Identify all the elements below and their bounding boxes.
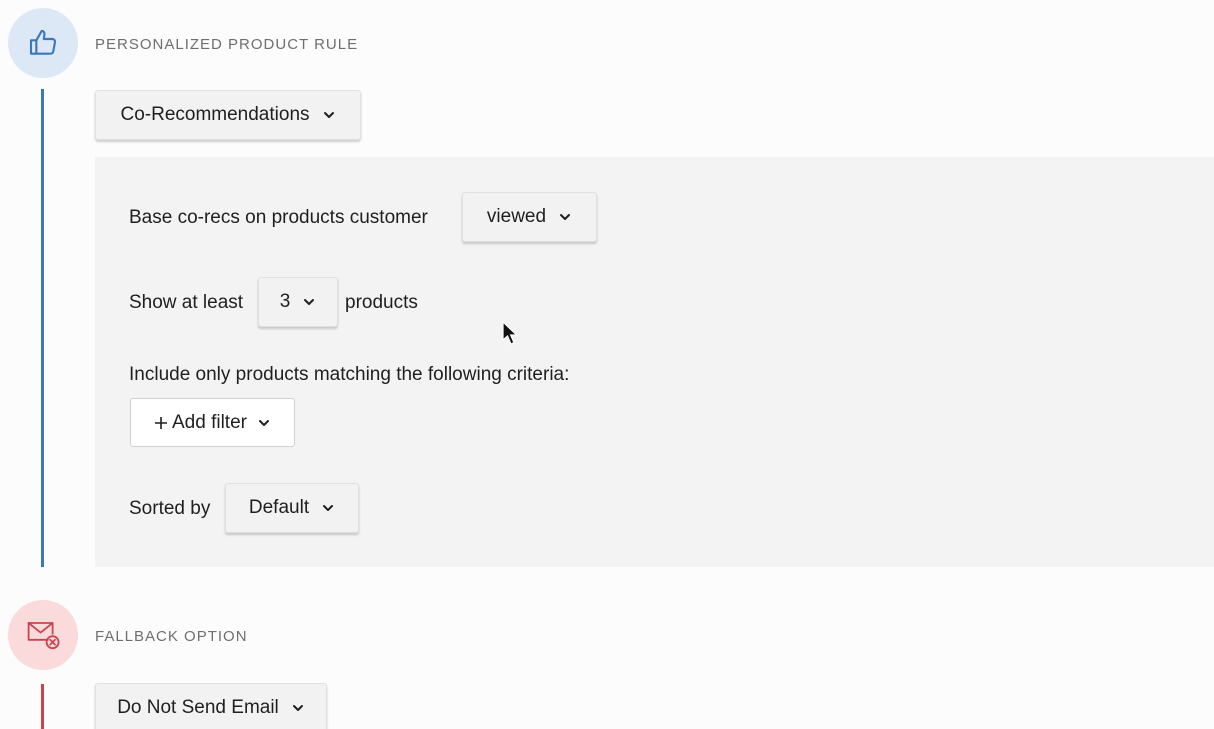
chevron-down-icon (304, 299, 315, 305)
chevron-down-icon (258, 419, 269, 426)
sort-order-dropdown[interactable]: Default (225, 483, 359, 533)
rule-type-label: Co-Recommendations (120, 104, 310, 125)
timeline-rail-personalized (41, 89, 44, 567)
thumbs-up-icon (8, 8, 78, 78)
add-filter-content: Add filter (154, 412, 247, 434)
base-action-dropdown[interactable]: viewed (462, 192, 597, 242)
add-filter-label: Add filter (172, 411, 247, 433)
criteria-label: Include only products matching the follo… (129, 364, 570, 385)
sort-order-value: Default (248, 497, 310, 518)
product-count-dropdown[interactable]: 3 (258, 277, 338, 327)
mouse-cursor-icon (502, 321, 518, 345)
chevron-down-icon (560, 214, 571, 220)
fallback-option-value: Do Not Send Email (117, 697, 279, 718)
chevron-down-icon (292, 705, 303, 711)
section-title-fallback: FALLBACK OPTION (95, 628, 248, 645)
products-label: products (345, 292, 418, 313)
section-title-personalized: PERSONALIZED PRODUCT RULE (95, 36, 359, 53)
chevron-down-icon (323, 112, 334, 118)
chevron-down-icon (323, 505, 334, 511)
email-cancel-icon (8, 600, 78, 670)
rule-type-dropdown[interactable]: Co-Recommendations (95, 90, 361, 140)
timeline-rail-fallback (41, 684, 44, 729)
show-at-least-label: Show at least (129, 292, 244, 313)
base-corecs-label: Base co-recs on products customer (129, 207, 428, 228)
base-action-value: viewed (486, 206, 547, 227)
sorted-by-label: Sorted by (129, 498, 211, 519)
product-count-value: 3 (279, 291, 291, 312)
add-filter-button[interactable]: Add filter (130, 398, 295, 447)
campaign-rule-editor: PERSONALIZED PRODUCT RULE Co-Recommendat… (0, 0, 1214, 729)
fallback-option-dropdown[interactable]: Do Not Send Email (95, 683, 327, 729)
plus-icon (155, 416, 167, 429)
